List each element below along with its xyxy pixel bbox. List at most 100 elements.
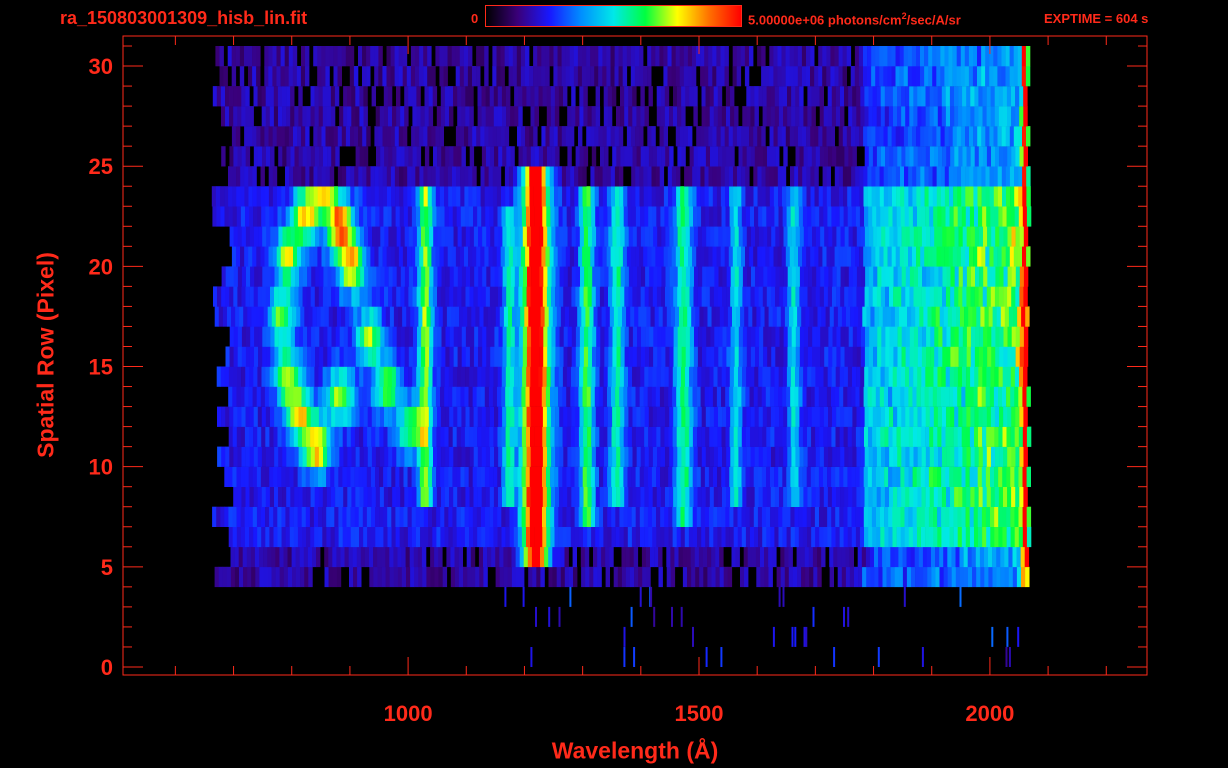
heatmap-cell — [611, 386, 616, 407]
heatmap-cell — [676, 186, 681, 207]
heatmap-cell — [831, 486, 837, 507]
heatmap-cell — [498, 286, 503, 307]
heatmap-cell — [1023, 346, 1029, 367]
heatmap-cell — [676, 526, 682, 548]
heatmap-cell — [415, 506, 421, 527]
heatmap-cell — [620, 346, 625, 367]
heatmap-cell — [453, 326, 459, 347]
heatmap-cell — [757, 186, 762, 207]
heatmap-cell — [530, 486, 535, 507]
heatmap-cell — [293, 186, 298, 207]
heatmap-cell — [738, 226, 744, 247]
heatmap-cell — [769, 386, 775, 407]
heatmap-cell — [264, 246, 269, 267]
heatmap-cell — [450, 566, 456, 588]
heatmap-cell — [245, 146, 251, 167]
heatmap-cell — [490, 446, 495, 467]
heatmap-cell — [803, 406, 808, 427]
heatmap-cell — [1000, 306, 1006, 327]
heatmap-cell — [452, 186, 457, 207]
heatmap-cell — [579, 226, 585, 247]
heatmap-cell — [750, 526, 755, 548]
heatmap-cell — [835, 206, 840, 227]
heatmap-cell — [819, 506, 824, 527]
heatmap-cell — [552, 306, 558, 327]
heatmap-cell — [965, 386, 970, 407]
heatmap-cell — [712, 166, 717, 187]
heatmap-cell — [595, 426, 600, 447]
heatmap-cell — [212, 206, 217, 227]
heatmap-cell — [411, 526, 417, 548]
heatmap-cell — [309, 386, 315, 407]
heatmap-cell — [780, 546, 785, 568]
heatmap-cell — [441, 326, 446, 347]
heatmap-cell — [259, 566, 264, 588]
heatmap-cell — [362, 166, 367, 187]
heatmap-cell — [586, 386, 591, 407]
heatmap-cell — [279, 306, 285, 327]
heatmap-cell — [836, 106, 841, 127]
heatmap-cell — [396, 226, 401, 247]
heatmap-cell — [350, 466, 355, 487]
heatmap-cell — [631, 246, 636, 267]
heatmap-cell — [611, 366, 617, 387]
heatmap-cell — [688, 186, 693, 207]
heatmap-cell — [880, 406, 886, 427]
heatmap-cell — [478, 326, 483, 347]
heatmap-cell — [523, 546, 529, 568]
heatmap-cell — [343, 406, 348, 427]
heatmap-cell — [288, 126, 294, 147]
heatmap-cell — [911, 66, 917, 87]
heatmap-cell — [1003, 446, 1008, 467]
heatmap-cell — [951, 306, 957, 327]
heatmap-cell — [477, 526, 482, 548]
heatmap-cell — [531, 226, 536, 247]
heatmap-cell — [641, 266, 646, 287]
heatmap-cell — [301, 506, 307, 527]
heatmap-cell — [945, 386, 950, 407]
heatmap-cell — [447, 166, 453, 187]
heatmap-cell — [685, 406, 690, 427]
heatmap-cell — [815, 206, 820, 227]
heatmap-cell — [900, 206, 906, 227]
heatmap-cell — [741, 186, 746, 207]
heatmap-cell — [881, 146, 886, 167]
heatmap-cell — [356, 266, 361, 287]
heatmap-cell — [1016, 566, 1022, 588]
heatmap-cell — [688, 386, 693, 407]
heatmap-cell — [969, 526, 975, 548]
heatmap-cell — [734, 406, 739, 427]
heatmap-cell — [611, 206, 616, 227]
heatmap-cell — [273, 366, 279, 387]
heatmap-cell — [799, 86, 804, 107]
heatmap-cell — [863, 246, 868, 267]
heatmap-cell — [663, 66, 668, 87]
heatmap-cell — [403, 426, 409, 447]
heatmap-cell — [421, 266, 426, 287]
heatmap-cell — [518, 106, 523, 127]
heatmap-cell — [476, 466, 482, 487]
heatmap-cell — [905, 346, 910, 367]
heatmap-cell — [317, 126, 322, 147]
heatmap-cell — [442, 306, 448, 327]
heatmap-cell — [415, 66, 420, 87]
heatmap-cell — [762, 406, 768, 427]
heatmap-cell — [971, 266, 976, 287]
heatmap-cell — [671, 166, 677, 187]
heatmap-cell — [477, 446, 483, 467]
heatmap-cell — [786, 526, 791, 548]
heatmap-cell — [485, 286, 491, 307]
heatmap-cell — [876, 406, 882, 427]
heatmap-cell — [738, 266, 744, 287]
heatmap-cell — [966, 226, 972, 247]
heatmap-cell — [917, 346, 923, 367]
heatmap-cell — [495, 546, 500, 568]
heatmap-cell — [688, 466, 693, 487]
heatmap-cell — [692, 426, 698, 447]
heatmap-cell — [220, 206, 225, 227]
heatmap-cell — [868, 486, 873, 507]
heatmap-cell — [281, 426, 286, 447]
heatmap-cell — [513, 506, 518, 527]
heatmap-cell — [979, 266, 984, 287]
heatmap-cell — [383, 366, 389, 387]
